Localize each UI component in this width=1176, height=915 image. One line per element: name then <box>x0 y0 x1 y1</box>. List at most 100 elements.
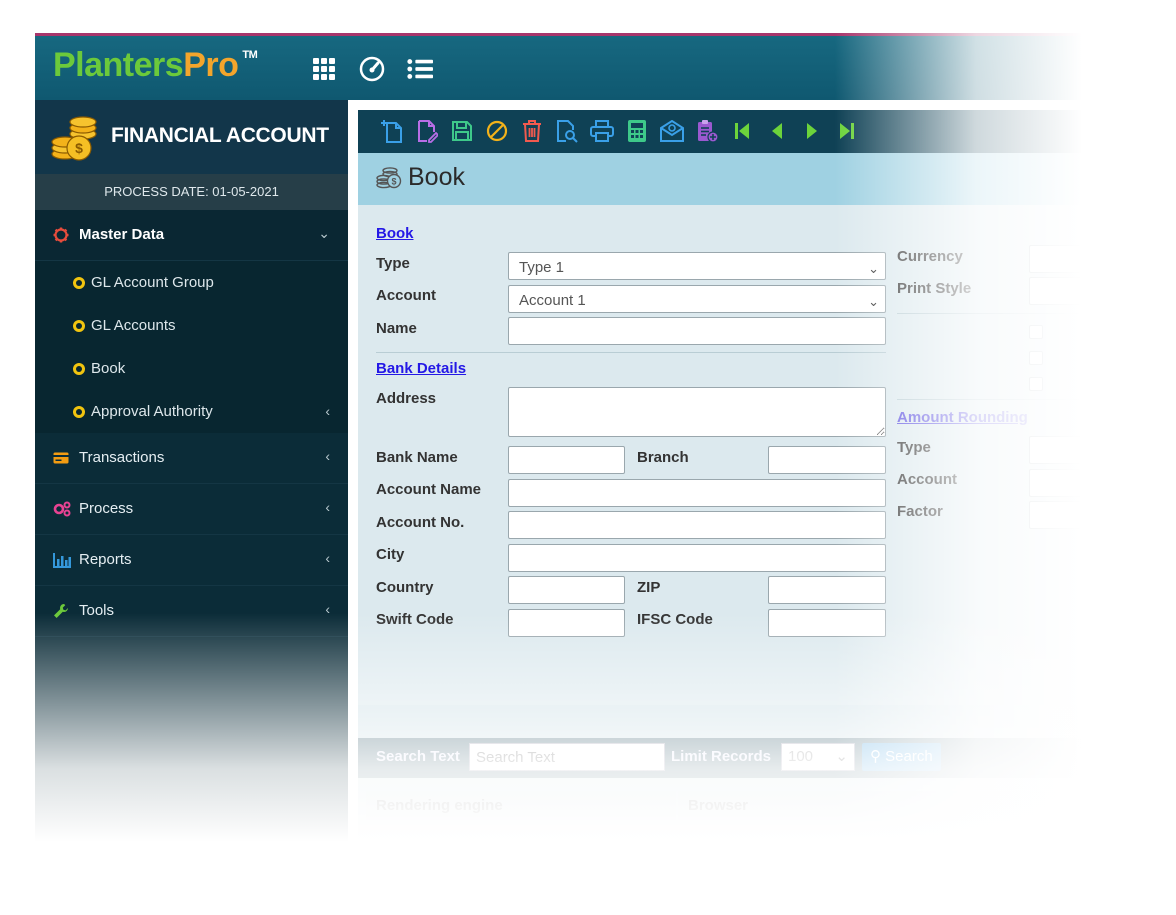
bank-name-label: Bank Name <box>376 449 458 466</box>
submenu-item-gl-accounts[interactable]: GL Accounts <box>35 304 348 347</box>
menu-label: Process <box>79 500 134 517</box>
menu-label: Master Data <box>79 226 165 243</box>
previous-record-icon[interactable] <box>765 118 789 144</box>
account-select[interactable]: Account 1 ⌄ <box>508 285 886 313</box>
cogs-icon <box>53 501 71 517</box>
circle-arrow-icon <box>73 320 85 332</box>
account-label: Account <box>376 287 436 304</box>
grid-column-header[interactable]: Rendering engine <box>366 791 676 821</box>
option-checkbox-3[interactable] <box>1029 377 1043 391</box>
chevron-down-icon: ⌄ <box>318 225 330 241</box>
grid-column-header[interactable]: Browser <box>678 791 1078 821</box>
section-bank-details-link[interactable]: Bank Details <box>376 360 466 377</box>
country-input[interactable] <box>508 576 625 604</box>
menu-item-reports[interactable]: Reports ‹ <box>35 535 348 586</box>
logo-trademark: TM <box>242 49 258 61</box>
option-checkbox-1[interactable] <box>1029 325 1043 339</box>
bank-name-input[interactable] <box>508 446 625 474</box>
search-button-label: Search <box>885 748 933 765</box>
top-navbar: PlantersPro TM <box>35 33 1176 100</box>
section-book-link[interactable]: Book <box>376 225 414 242</box>
type-select[interactable]: Type 1 ⌄ <box>508 252 886 280</box>
currency-label: Currency <box>897 248 963 265</box>
swift-code-label: Swift Code <box>376 611 454 628</box>
city-label: City <box>376 546 405 563</box>
gear-icon <box>53 227 69 243</box>
zip-label: ZIP <box>637 579 661 596</box>
limit-records-value: 100 <box>788 748 814 765</box>
card-icon <box>53 450 69 466</box>
wrench-icon <box>53 603 69 619</box>
ifsc-code-input[interactable] <box>768 609 886 637</box>
circle-arrow-icon <box>73 363 85 375</box>
next-record-icon[interactable] <box>800 118 824 144</box>
print-icon[interactable] <box>590 118 614 144</box>
divider <box>376 352 886 353</box>
menu-item-transactions[interactable]: Transactions ‹ <box>35 433 348 484</box>
city-input[interactable] <box>508 544 886 572</box>
submenu-item-book[interactable]: Book <box>35 347 348 390</box>
edit-document-icon[interactable] <box>415 118 439 144</box>
circle-arrow-icon <box>73 406 85 418</box>
name-label: Name <box>376 320 417 337</box>
new-document-icon[interactable] <box>380 118 404 144</box>
preview-document-icon[interactable] <box>555 118 579 144</box>
dashboard-gauge-icon[interactable] <box>359 56 385 82</box>
rounding-account-input[interactable] <box>1029 469 1169 497</box>
sidebar: $ FINANCIAL ACCOUNT PROCESS DATE: 01-05-… <box>35 100 348 915</box>
record-toolbar <box>358 110 1176 153</box>
name-input[interactable] <box>508 317 886 345</box>
submenu-item-approval-authority[interactable]: Approval Authority ‹ <box>35 390 348 433</box>
search-button[interactable]: ⚲ Search <box>862 743 941 771</box>
search-icon: ⚲ <box>870 748 881 765</box>
country-label: Country <box>376 579 434 596</box>
grid-icon[interactable] <box>311 56 337 82</box>
menu-item-tools[interactable]: Tools ‹ <box>35 586 348 637</box>
option-checkbox-2[interactable] <box>1029 351 1043 365</box>
book-form: Book Type Type 1 ⌄ Account Account 1 ⌄ Nam… <box>358 205 1176 705</box>
bar-chart-icon <box>53 552 71 568</box>
chevron-down-icon: ⌄ <box>868 294 879 309</box>
address-textarea[interactable] <box>508 387 886 437</box>
branch-input[interactable] <box>768 446 886 474</box>
account-no-input[interactable] <box>508 511 886 539</box>
rounding-type-label: Type <box>897 439 931 456</box>
logo-text-pro: Pro <box>183 46 239 84</box>
menu-item-master-data[interactable]: Master Data ⌄ <box>35 210 348 261</box>
panel-header: $ Book <box>358 153 1176 205</box>
svg-text:$: $ <box>391 177 396 187</box>
limit-records-label: Limit Records <box>671 748 772 765</box>
email-icon[interactable] <box>660 118 684 144</box>
search-input[interactable] <box>469 743 665 771</box>
currency-input[interactable] <box>1029 245 1169 273</box>
chevron-down-icon: ⌄ <box>835 748 848 765</box>
ifsc-code-label: IFSC Code <box>637 611 713 628</box>
delete-icon[interactable] <box>520 118 544 144</box>
last-record-icon[interactable] <box>835 118 859 144</box>
submenu-item-gl-account-group[interactable]: GL Account Group <box>35 261 348 304</box>
section-amount-rounding-link[interactable]: Amount Rounding <box>897 409 1028 426</box>
factor-input[interactable] <box>1029 501 1169 529</box>
limit-records-select[interactable]: 100 ⌄ <box>781 743 855 771</box>
swift-code-input[interactable] <box>508 609 625 637</box>
planterspro-logo[interactable]: PlantersPro TM <box>53 46 258 85</box>
print-style-label: Print Style <box>897 280 972 297</box>
cancel-icon[interactable] <box>485 118 509 144</box>
page-title: Book <box>408 163 465 191</box>
top-nav-icons <box>311 56 433 82</box>
calculator-icon[interactable] <box>625 118 649 144</box>
chevron-left-icon: ‹ <box>325 448 330 464</box>
account-name-input[interactable] <box>508 479 886 507</box>
first-record-icon[interactable] <box>730 118 754 144</box>
module-title: FINANCIAL ACCOUNT <box>111 124 329 147</box>
print-style-input[interactable] <box>1029 277 1169 305</box>
save-icon[interactable] <box>450 118 474 144</box>
circle-arrow-icon <box>73 277 85 289</box>
master-data-submenu: GL Account Group GL Accounts Book Approv… <box>35 261 348 433</box>
zip-input[interactable] <box>768 576 886 604</box>
rounding-type-input[interactable] <box>1029 436 1169 464</box>
menu-item-process[interactable]: Process ‹ <box>35 484 348 535</box>
main-content: $ Book Book Type Type 1 ⌄ Account Account… <box>358 110 1176 915</box>
attachment-document-icon[interactable] <box>695 118 719 144</box>
list-icon[interactable] <box>407 56 433 82</box>
